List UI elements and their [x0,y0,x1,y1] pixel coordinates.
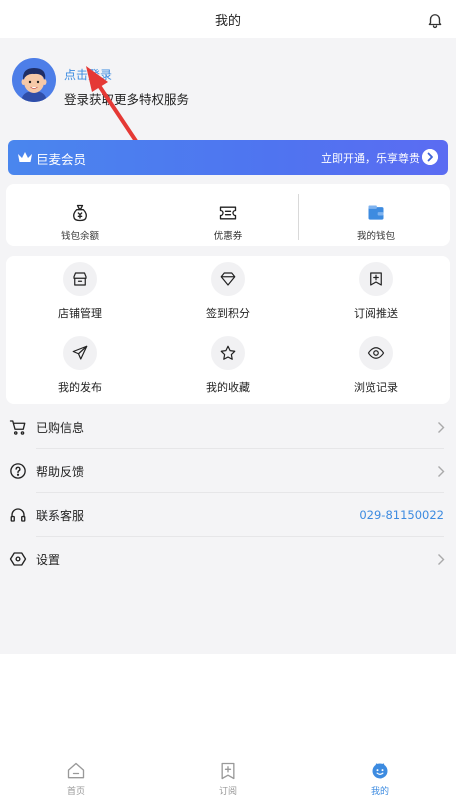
my-wallet-label: 我的钱包 [356,231,395,242]
chevron-right-icon [438,466,445,477]
tab-home[interactable]: 首页 [0,761,152,797]
grid-item-favorites[interactable]: 我的收藏 [154,330,302,402]
tab-subscribe[interactable]: 订阅 [152,761,304,797]
grid-item-label: 浏览记录 [354,381,398,394]
list-item-label: 帮助反馈 [36,465,85,479]
coupon-label: 优惠券 [213,231,243,242]
money-bag-icon [73,204,87,222]
wallet-balance-item[interactable]: 钱包余额 [6,184,154,246]
store-icon [73,272,87,286]
my-wallet-item[interactable]: 我的钱包 [302,184,450,246]
subscribe-icon [370,272,382,286]
coupon-icon [219,206,237,220]
bell-icon[interactable] [426,11,444,29]
list-item-help[interactable]: 帮助反馈 [0,449,456,493]
send-icon [72,345,88,360]
wallet-balance-label: 钱包余额 [60,231,99,242]
help-icon [10,463,26,479]
tab-label: 首页 [66,787,85,797]
service-phone[interactable]: 029-81150022 [359,508,444,522]
grid-item-label: 订阅推送 [354,307,398,320]
menu-list: 已购信息 帮助反馈 联系客服 029-81150022 设置 [0,405,456,581]
wallet-card: 钱包余额 优惠券 我的钱包 [6,184,450,246]
vip-title: 巨麦会员 [36,152,87,167]
grid-item-label: 签到积分 [206,307,250,320]
cart-icon [9,420,26,435]
grid-item-subscribe[interactable]: 订阅推送 [302,256,450,328]
grid-item-publish[interactable]: 我的发布 [6,330,154,402]
grid-item-label: 我的收藏 [206,381,250,394]
wallet-icon [368,205,384,220]
list-item-settings[interactable]: 设置 [0,537,456,581]
feature-grid: 店铺管理 签到积分 订阅推送 我的发布 我的收藏 浏览记录 [6,256,450,404]
grid-item-history[interactable]: 浏览记录 [302,330,450,402]
profile-icon [372,763,388,779]
grid-item-label: 店铺管理 [58,307,102,320]
coupon-item[interactable]: 优惠券 [154,184,302,246]
profile-section: 点击登录 登录获取更多特权服务 [0,38,456,134]
tab-mine[interactable]: 我的 [304,761,456,797]
grid-item-checkin[interactable]: 签到积分 [154,256,302,328]
avatar[interactable] [12,58,56,102]
star-icon [220,345,236,360]
subscribe-icon [221,762,235,780]
list-item-label: 已购信息 [36,421,85,435]
list-item-purchased[interactable]: 已购信息 [0,405,456,449]
login-subtitle: 登录获取更多特权服务 [64,92,190,107]
top-bar: 我的 [0,0,456,38]
diamond-icon [220,272,236,286]
list-item-label: 设置 [36,553,61,567]
divider [298,194,299,240]
list-item-label: 联系客服 [36,509,85,523]
crown-icon [18,152,32,162]
login-link[interactable]: 点击登录 [64,66,112,83]
grid-item-label: 我的发布 [58,381,102,394]
list-item-service[interactable]: 联系客服 029-81150022 [0,493,456,537]
grid-item-store[interactable]: 店铺管理 [6,256,154,328]
chevron-right-icon [438,554,445,565]
vip-banner[interactable]: 巨麦会员 立即开通，乐享尊贵 [8,140,448,175]
vip-cta: 立即开通，乐享尊贵 [321,152,420,165]
tab-label: 我的 [370,787,389,797]
tab-label: 订阅 [218,787,237,797]
headset-icon [10,508,26,522]
chevron-right-icon[interactable] [422,149,438,165]
home-icon [67,762,85,779]
eye-icon [367,347,385,359]
page-title: 我的 [214,13,241,29]
tab-bar: 首页 订阅 我的 [0,755,456,798]
settings-icon [9,552,27,566]
chevron-right-icon [438,422,445,433]
